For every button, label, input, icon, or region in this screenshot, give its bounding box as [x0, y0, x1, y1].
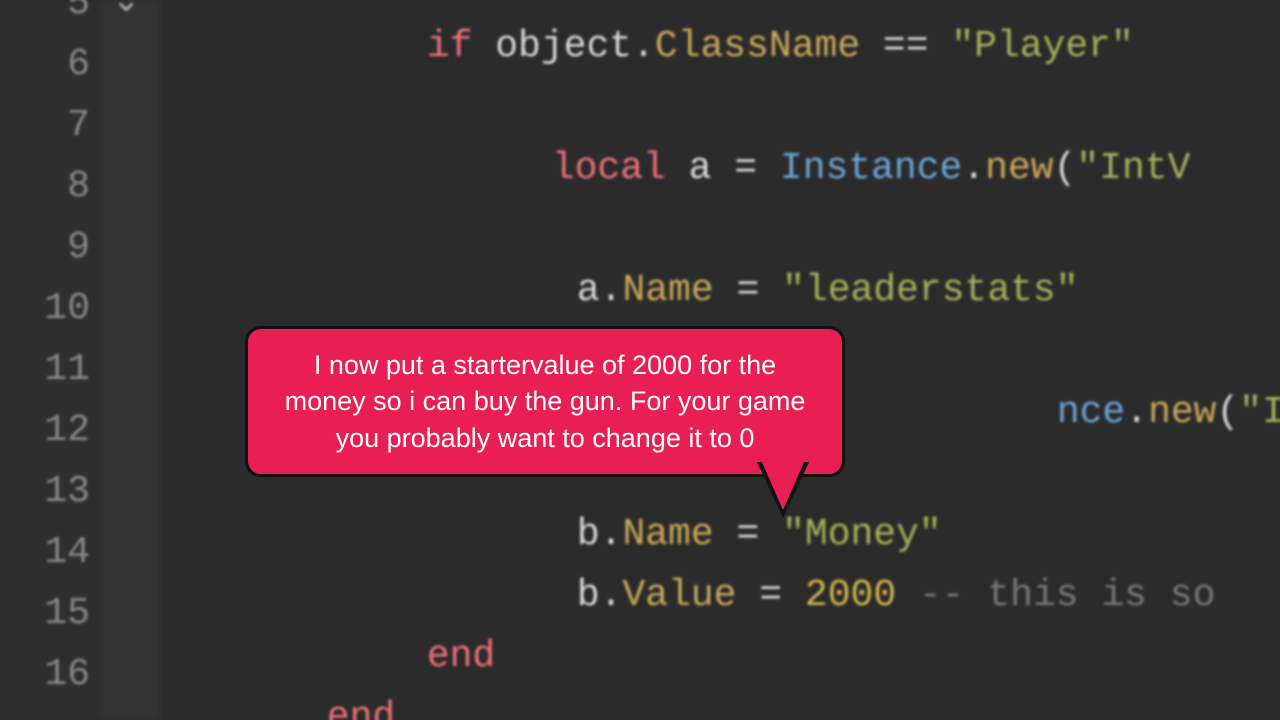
identifier: object: [472, 25, 632, 68]
method-name: new: [1148, 391, 1216, 434]
assign-operator: =: [714, 269, 782, 312]
keyword-if: if: [427, 25, 473, 68]
string-literal: "leaderstats": [782, 269, 1078, 312]
chevron-down-icon[interactable]: ⌄: [112, 0, 141, 22]
line-number: 8: [0, 165, 90, 208]
code-editor[interactable]: 5 6 7 8 9 10 11 12 13 14 15 16 ⌄ if obje…: [0, 0, 1280, 720]
keyword-end: end: [327, 696, 395, 720]
line-number: 7: [0, 104, 90, 147]
code-line-7[interactable]: local a = Instance.new("IntV: [415, 104, 1190, 233]
code-line-9[interactable]: a.Name = "leaderstats": [440, 226, 1079, 355]
identifier: a: [689, 147, 712, 190]
line-number: 13: [0, 470, 90, 513]
code-area[interactable]: if object.ClassName == "Player" local a …: [160, 0, 1280, 720]
line-number: 10: [0, 287, 90, 330]
code-line-11[interactable]: nce.new("IntV: [920, 348, 1280, 477]
line-number: 14: [0, 531, 90, 574]
keyword-end: end: [427, 635, 495, 678]
space: [666, 147, 689, 190]
type-name: nce: [1057, 391, 1125, 434]
line-number: 15: [0, 592, 90, 635]
line-number: 5: [0, 0, 90, 25]
method-name: new: [985, 147, 1053, 190]
space: [896, 574, 919, 617]
number-literal: 2000: [805, 574, 896, 617]
property: Name: [622, 269, 713, 312]
dot-operator: .: [600, 574, 623, 617]
keyword-local: local: [552, 147, 666, 190]
assign-operator: =: [736, 574, 804, 617]
paren: (: [1054, 147, 1077, 190]
dot-operator: .: [1125, 391, 1148, 434]
line-number: 12: [0, 409, 90, 452]
line-number: 16: [0, 653, 90, 696]
type-name: Instance: [780, 147, 962, 190]
property: Value: [622, 574, 736, 617]
dot-operator: .: [962, 147, 985, 190]
property: ClassName: [655, 25, 860, 68]
string-literal: "IntV: [1076, 147, 1190, 190]
line-number-gutter: 5 6 7 8 9 10 11 12 13 14 15 16: [0, 0, 100, 720]
line-number: 6: [0, 43, 90, 86]
dot-operator: .: [600, 269, 623, 312]
line-number: 11: [0, 348, 90, 391]
identifier: a: [577, 269, 600, 312]
line-number: 9: [0, 226, 90, 269]
assign-operator: =: [711, 147, 779, 190]
string-literal: "Player": [951, 25, 1133, 68]
fold-gutter[interactable]: ⌄: [100, 0, 160, 720]
code-line-14[interactable]: b.Value = 2000 -- this is so: [440, 531, 1215, 660]
dot-operator: .: [632, 25, 655, 68]
paren: (: [1216, 391, 1239, 434]
code-line-5[interactable]: if object.ClassName == "Player": [290, 0, 1134, 111]
code-line-16[interactable]: end: [190, 653, 395, 720]
identifier: b: [577, 574, 600, 617]
string-literal: "IntV: [1239, 391, 1280, 434]
equals-operator: ==: [860, 25, 951, 68]
comment: -- this is so: [919, 574, 1215, 617]
